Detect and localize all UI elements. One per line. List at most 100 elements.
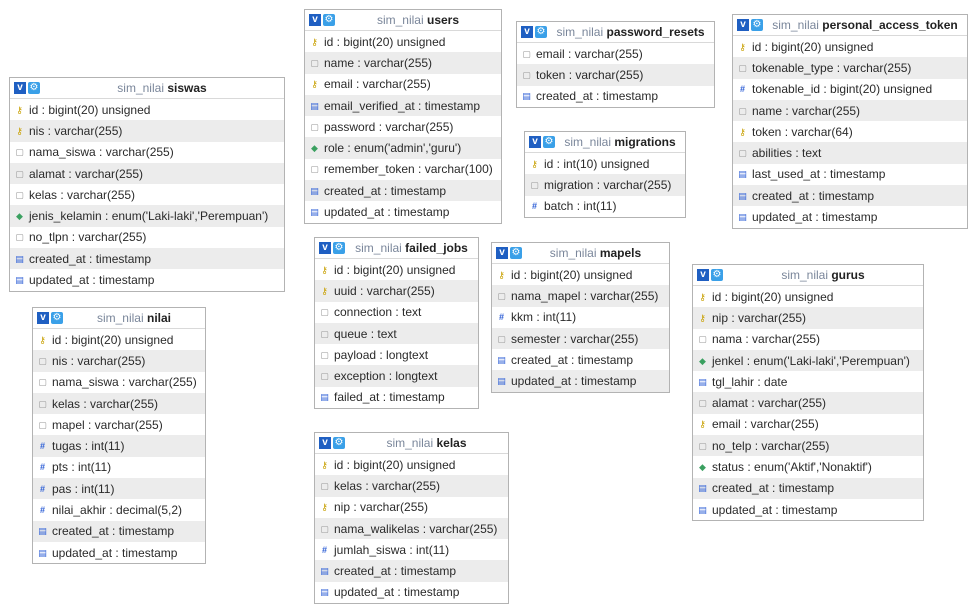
column-row[interactable]: ▢ nama_siswa : varchar(255)	[33, 371, 205, 393]
settings-icon[interactable]: ⚙	[510, 247, 522, 259]
column-row[interactable]: ⚷ uuid : varchar(255)	[315, 280, 478, 302]
settings-icon[interactable]: ⚙	[28, 82, 40, 94]
table-header[interactable]: v ⚙ sim_nilai kelas	[315, 433, 508, 454]
column-row[interactable]: ▤ updated_at : timestamp	[10, 269, 284, 291]
column-row[interactable]: # jumlah_siswa : int(11)	[315, 539, 508, 561]
table-header[interactable]: v ⚙ sim_nilai gurus	[693, 265, 923, 286]
column-row[interactable]: ▤ created_at : timestamp	[733, 185, 967, 207]
table-header[interactable]: v ⚙ sim_nilai mapels	[492, 243, 669, 264]
column-row[interactable]: ▢ tokenable_type : varchar(255)	[733, 57, 967, 79]
column-row[interactable]: ▤ email_verified_at : timestamp	[305, 94, 501, 117]
column-row[interactable]: ▤ tgl_lahir : date	[693, 371, 923, 393]
column-row[interactable]: ▤ failed_at : timestamp	[315, 386, 478, 409]
table-menu-icon[interactable]: v	[496, 247, 508, 259]
settings-icon[interactable]: ⚙	[323, 14, 335, 26]
column-row[interactable]: ◆ status : enum('Aktif','Nonaktif')	[693, 456, 923, 478]
column-row[interactable]: ▢ exception : longtext	[315, 365, 478, 387]
table-header[interactable]: v ⚙ sim_nilai siswas	[10, 78, 284, 99]
column-row[interactable]: ⚷ nip : varchar(255)	[693, 307, 923, 329]
table-card-password-resets[interactable]: v ⚙ sim_nilai password_resets ▢ email : v…	[516, 21, 715, 108]
column-row[interactable]: ▢ connection : text	[315, 301, 478, 323]
table-menu-icon[interactable]: v	[697, 269, 709, 281]
table-menu-icon[interactable]: v	[37, 312, 49, 324]
settings-icon[interactable]: ⚙	[51, 312, 63, 324]
column-row[interactable]: ⚷ token : varchar(64)	[733, 121, 967, 143]
column-row[interactable]: ▢ name : varchar(255)	[305, 52, 501, 74]
column-row[interactable]: ▢ kelas : varchar(255)	[10, 184, 284, 206]
column-row[interactable]: ▢ kelas : varchar(255)	[315, 475, 508, 497]
column-row[interactable]: ▤ updated_at : timestamp	[315, 581, 508, 604]
column-row[interactable]: ⚷ id : bigint(20) unsigned	[315, 454, 508, 476]
column-row[interactable]: ⚷ id : bigint(20) unsigned	[33, 329, 205, 351]
column-row[interactable]: # nilai_akhir : decimal(5,2)	[33, 499, 205, 521]
column-row[interactable]: ▢ nama_siswa : varchar(255)	[10, 141, 284, 163]
table-card-users[interactable]: v ⚙ sim_nilai users ⚷ id : bigint(20) uns…	[304, 9, 502, 224]
column-row[interactable]: ◆ role : enum('admin','guru')	[305, 137, 501, 159]
column-row[interactable]: ▢ kelas : varchar(255)	[33, 392, 205, 415]
table-card-nilai[interactable]: v ⚙ sim_nilai nilai ⚷ id : bigint(20) uns…	[32, 307, 206, 565]
column-row[interactable]: # batch : int(11)	[525, 195, 685, 217]
column-row[interactable]: # pas : int(11)	[33, 478, 205, 500]
table-header[interactable]: v ⚙ sim_nilai nilai	[33, 308, 205, 329]
table-card-personal-access-tokens[interactable]: v ⚙ sim_nilai personal_access_token ⚷ id …	[732, 14, 968, 229]
table-menu-icon[interactable]: v	[737, 19, 749, 31]
column-row[interactable]: ▢ queue : text	[315, 322, 478, 345]
column-row[interactable]: ▤ created_at : timestamp	[315, 560, 508, 582]
column-row[interactable]: ▢ alamat : varchar(255)	[10, 162, 284, 185]
column-row[interactable]: ⚷ id : bigint(20) unsigned	[305, 31, 501, 53]
table-card-gurus[interactable]: v ⚙ sim_nilai gurus ⚷ id : bigint(20) uns…	[692, 264, 924, 522]
column-row[interactable]: ⚷ id : bigint(20) unsigned	[315, 259, 478, 281]
table-card-kelas[interactable]: v ⚙ sim_nilai kelas ⚷ id : bigint(20) uns…	[314, 432, 509, 604]
column-row[interactable]: # kkm : int(11)	[492, 306, 669, 328]
column-row[interactable]: ▤ updated_at : timestamp	[305, 201, 501, 223]
column-row[interactable]: ▢ email : varchar(255)	[517, 43, 714, 65]
column-row[interactable]: ▢ nama : varchar(255)	[693, 328, 923, 350]
column-row[interactable]: ⚷ email : varchar(255)	[693, 413, 923, 436]
column-row[interactable]: ▢ password : varchar(255)	[305, 116, 501, 138]
column-row[interactable]: ▤ updated_at : timestamp	[492, 370, 669, 392]
column-row[interactable]: ⚷ email : varchar(255)	[305, 73, 501, 95]
column-row[interactable]: ▢ no_telp : varchar(255)	[693, 435, 923, 457]
table-menu-icon[interactable]: v	[319, 437, 331, 449]
column-row[interactable]: ▤ updated_at : timestamp	[33, 541, 205, 564]
column-row[interactable]: ▤ created_at : timestamp	[10, 248, 284, 270]
column-row[interactable]: ▤ created_at : timestamp	[693, 477, 923, 499]
column-row[interactable]: # pts : int(11)	[33, 456, 205, 479]
settings-icon[interactable]: ⚙	[333, 242, 345, 254]
table-header[interactable]: v ⚙ sim_nilai personal_access_token	[733, 15, 967, 36]
table-menu-icon[interactable]: v	[521, 26, 533, 38]
column-row[interactable]: ▢ name : varchar(255)	[733, 99, 967, 122]
column-row[interactable]: ⚷ nis : varchar(255)	[10, 120, 284, 142]
table-card-mapels[interactable]: v ⚙ sim_nilai mapels ⚷ id : bigint(20) un…	[491, 242, 670, 393]
column-row[interactable]: ▤ created_at : timestamp	[517, 85, 714, 107]
column-row[interactable]: # tokenable_id : bigint(20) unsigned	[733, 78, 967, 100]
column-row[interactable]: ▢ token : varchar(255)	[517, 64, 714, 86]
settings-icon[interactable]: ⚙	[711, 269, 723, 281]
column-row[interactable]: ▢ alamat : varchar(255)	[693, 392, 923, 414]
column-row[interactable]: ▢ no_tlpn : varchar(255)	[10, 226, 284, 249]
column-row[interactable]: ⚷ id : bigint(20) unsigned	[733, 36, 967, 58]
table-header[interactable]: v ⚙ sim_nilai failed_jobs	[315, 238, 478, 259]
column-row[interactable]: ⚷ id : bigint(20) unsigned	[693, 286, 923, 308]
column-row[interactable]: ▢ mapel : varchar(255)	[33, 414, 205, 436]
settings-icon[interactable]: ⚙	[535, 26, 547, 38]
column-row[interactable]: # tugas : int(11)	[33, 435, 205, 457]
table-card-migrations[interactable]: v ⚙ sim_nilai migrations ⚷ id : int(10) u…	[524, 131, 686, 218]
column-row[interactable]: ▤ last_used_at : timestamp	[733, 163, 967, 186]
table-menu-icon[interactable]: v	[309, 14, 321, 26]
column-row[interactable]: ⚷ id : bigint(20) unsigned	[10, 99, 284, 121]
column-row[interactable]: ▢ migration : varchar(255)	[525, 174, 685, 196]
column-row[interactable]: ⚷ nip : varchar(255)	[315, 496, 508, 518]
settings-icon[interactable]: ⚙	[333, 437, 345, 449]
table-header[interactable]: v ⚙ sim_nilai password_resets	[517, 22, 714, 43]
column-row[interactable]: ◆ jenis_kelamin : enum('Laki-laki','Perem…	[10, 205, 284, 227]
column-row[interactable]: ▢ nama_mapel : varchar(255)	[492, 285, 669, 307]
column-row[interactable]: ▢ nama_walikelas : varchar(255)	[315, 517, 508, 540]
column-row[interactable]: ▢ remember_token : varchar(100)	[305, 158, 501, 181]
column-row[interactable]: ▢ payload : longtext	[315, 344, 478, 366]
table-menu-icon[interactable]: v	[14, 82, 26, 94]
column-row[interactable]: ⚷ id : bigint(20) unsigned	[492, 264, 669, 286]
table-header[interactable]: v ⚙ sim_nilai migrations	[525, 132, 685, 153]
column-row[interactable]: ▢ nis : varchar(255)	[33, 350, 205, 372]
column-row[interactable]: ▤ created_at : timestamp	[492, 349, 669, 371]
